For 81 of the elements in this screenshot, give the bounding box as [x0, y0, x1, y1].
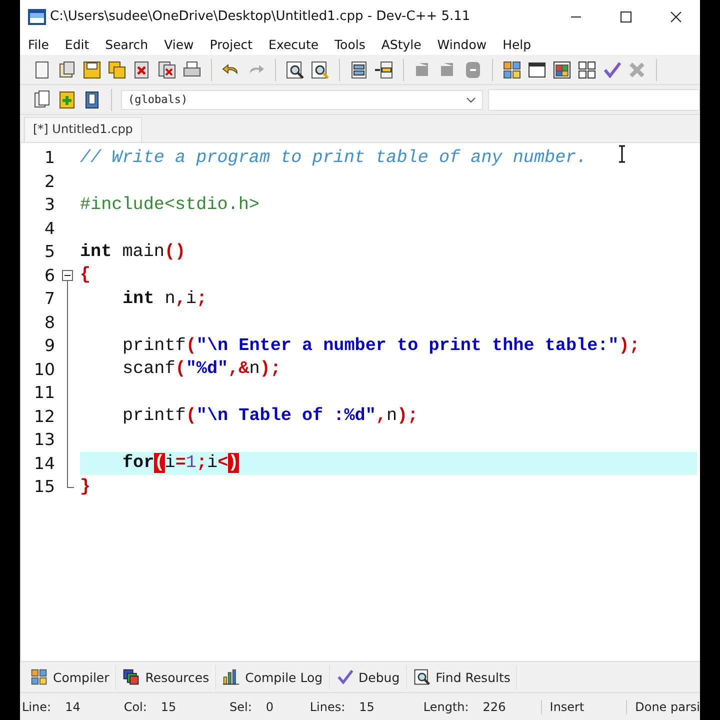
- find-icon: [412, 668, 431, 686]
- line-number: 11: [33, 382, 55, 404]
- line-number: 2: [44, 170, 55, 192]
- code-text: scanf("%d",&n);: [122, 358, 281, 380]
- status-value: Done parsi: [635, 700, 700, 714]
- panel-tab[interactable]: Compiler: [24, 665, 116, 689]
- print-icon[interactable]: [182, 60, 202, 80]
- code-text: printf("\n Table of :%d",n);: [122, 405, 418, 428]
- code-text: for(i=1;i<): [122, 452, 239, 474]
- menu-item[interactable]: Window: [429, 36, 495, 52]
- line-number: 9: [44, 335, 55, 357]
- caret-icon: [466, 96, 476, 102]
- document-icon[interactable]: [32, 90, 52, 110]
- panel-tab[interactable]: Debug: [330, 665, 407, 689]
- menu-item[interactable]: Search: [97, 36, 156, 52]
- scope-dropdown[interactable]: (globals): [121, 90, 483, 110]
- colored-window-icon[interactable]: [552, 60, 572, 80]
- line-number: 8: [44, 312, 55, 334]
- menu-item[interactable]: View: [156, 36, 202, 52]
- line-number: 5: [44, 241, 55, 263]
- maximize-icon[interactable]: [620, 10, 632, 22]
- line-number: 15: [33, 476, 55, 498]
- fold-toggle-icon[interactable]: [62, 270, 73, 281]
- status-label: Col:: [124, 700, 147, 714]
- layers-icon: [122, 668, 140, 686]
- panel-tab[interactable]: Find Results: [406, 665, 518, 689]
- status-value: 0: [266, 700, 274, 714]
- code-text: {: [80, 264, 91, 286]
- menu-item[interactable]: Project: [202, 36, 261, 52]
- bar-chart-icon: [222, 668, 240, 686]
- open-file-icon[interactable]: [57, 60, 77, 80]
- menu-item[interactable]: Tools: [326, 36, 374, 52]
- code-text: #include<stdio.h>: [80, 194, 260, 216]
- code-text: int n,i;: [122, 288, 207, 310]
- status-value: 15: [359, 700, 374, 714]
- app-icon: [28, 8, 46, 24]
- status-label: Line:: [22, 700, 52, 714]
- code-text: printf("\n Enter a number to print thhe table:");: [122, 334, 640, 357]
- line-number: 1: [44, 147, 55, 169]
- close-icon[interactable]: [670, 10, 682, 22]
- line-number: 6: [44, 264, 55, 286]
- file-tab[interactable]: [*] Untitled1.cpp: [24, 117, 142, 142]
- replace-icon[interactable]: [310, 60, 330, 80]
- status-label: Length:: [423, 700, 469, 714]
- menu-item[interactable]: AStyle: [373, 36, 430, 52]
- line-number: 12: [33, 406, 55, 428]
- line-number: 10: [33, 358, 55, 380]
- grid-icon[interactable]: [502, 60, 522, 80]
- unindent-icon[interactable]: [374, 60, 394, 80]
- indent-icon[interactable]: [349, 60, 369, 80]
- menu-item[interactable]: File: [26, 36, 57, 52]
- close-all-icon[interactable]: [157, 60, 177, 80]
- line-number: 13: [33, 429, 55, 451]
- tiles-icon[interactable]: [577, 60, 597, 80]
- status-value: 15: [160, 700, 176, 714]
- menu-item[interactable]: Edit: [56, 36, 98, 52]
- save-icon[interactable]: [82, 60, 102, 80]
- panel-tab[interactable]: Compile Log: [216, 665, 330, 689]
- status-label: Sel:: [230, 700, 252, 714]
- code-text: // Write a program to print table of any number.: [80, 146, 587, 169]
- line-number: 14: [33, 452, 55, 474]
- check-icon[interactable]: [602, 60, 622, 80]
- menu-item[interactable]: Execute: [260, 36, 327, 52]
- line-number: 7: [44, 288, 55, 310]
- status-value: 14: [65, 700, 80, 714]
- line-number: 4: [44, 218, 55, 240]
- menu-item[interactable]: Help: [494, 36, 540, 52]
- status-label: Lines:: [310, 700, 346, 714]
- status-value: 226: [482, 700, 506, 714]
- add-file-icon[interactable]: [57, 90, 77, 110]
- save-all-icon[interactable]: [107, 60, 127, 80]
- code-text: int main(): [80, 240, 186, 263]
- find-icon[interactable]: [285, 60, 305, 80]
- grid-icon: [30, 668, 48, 686]
- window-title: C:\Users\sudee\OneDrive\Desktop\Untitled1.cpp - Dev-C++ 5.11: [50, 9, 470, 24]
- panel-tab[interactable]: Resources: [116, 665, 216, 689]
- status-value: Insert: [550, 700, 584, 714]
- text-cursor-icon: [617, 145, 627, 163]
- code-text: }: [80, 476, 91, 498]
- line-number: 3: [44, 194, 55, 216]
- check-icon: [336, 668, 354, 686]
